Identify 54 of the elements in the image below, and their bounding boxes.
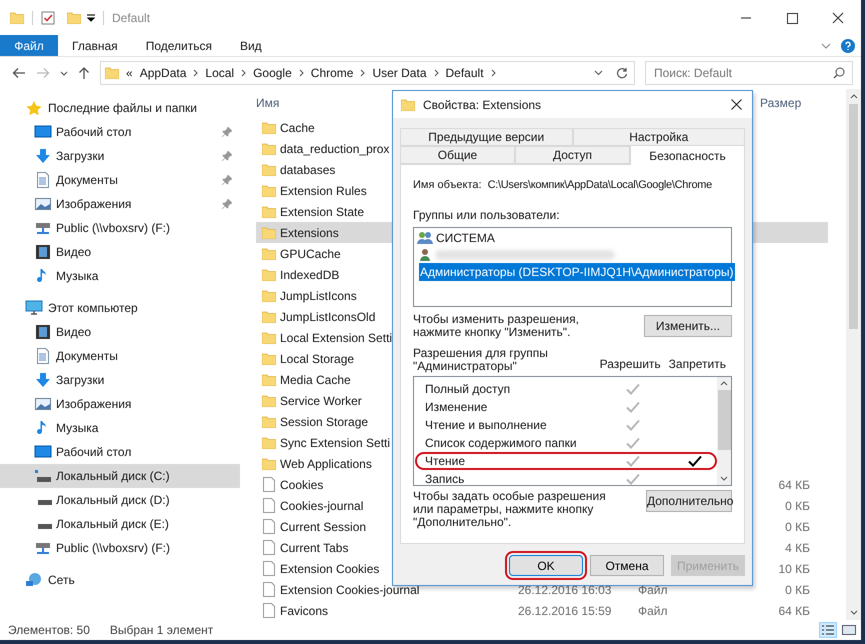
file-size: 10 КБ [778,560,810,578]
file-name: Current Tabs [280,540,348,556]
status-item-count: Элементов: 50 [8,622,90,639]
file-name: Current Session [280,518,366,536]
file-type: Файл [638,582,668,596]
permission-name: Запись [425,470,466,488]
advanced-hint: Чтобы задать особые разрешения или параметры, нажмите кнопку "Дополнительно". [413,490,607,528]
object-name-value: C:\Users\компик\AppData\Local\Google\Chrome [488,178,712,193]
file-name: JumpListIcons [280,288,357,304]
file-name: data_reduction_prox [280,140,390,158]
file-name: Media Cache [280,372,351,388]
file-name: databases [280,162,336,178]
file-name: Extension Cookies [280,560,380,578]
file-name: JumpListIconsOld [280,308,376,326]
file-name: GPUCache [280,246,341,262]
file-name: Extensions [280,224,339,242]
permission-name: Полный доступ [425,380,512,398]
window-title: Default [112,10,150,26]
file-name: Local Extension Setti [280,330,392,346]
file-size: 64 КБ [778,476,810,494]
permissions-label: Разрешения для группы "Администраторы" [413,346,549,372]
file-name: Cookies-journal [280,498,364,514]
file-size: 64 КБ [778,602,810,620]
permission-name: Чтение [425,452,466,470]
file-type: Файл [638,604,668,618]
file-name: Service Worker [280,392,362,410]
dialog-title: Свойства: Extensions [423,96,542,114]
file-name: Extension Cookies-journal [280,582,420,598]
status-selection: Выбран 1 элемент [110,622,214,639]
allow-column-header: Разрешить [600,356,661,372]
file-size: 4 КБ [785,540,810,556]
file-name: Web Applications [280,456,372,472]
file-date: 26.12.2016 16:03 [518,582,612,596]
deny-column-header: Запретить [668,356,726,372]
file-name: Cache [280,120,315,136]
file-date: 26.12.2016 15:59 [518,604,612,618]
permission-name: Чтение и выполнение [425,416,548,434]
file-name: Cookies [280,476,324,494]
permission-name: Список содержимого папки [425,434,578,452]
change-hint: Чтобы изменить разрешения, нажмите кнопку "Изменить". [413,312,580,338]
file-size: 0 КБ [785,582,810,598]
file-name: Extension Rules [280,182,367,200]
file-name: Favicons [280,602,328,620]
file-name: IndexedDB [280,266,340,284]
file-name: Extension State [280,204,364,220]
groups-label: Группы или пользователи: [413,206,561,224]
permission-name: Изменение [425,398,488,416]
object-name-label: Имя объекта: [413,178,482,193]
file-name: Local Storage [280,350,354,368]
file-name: Sync Extension Setti [280,434,390,452]
file-name: Session Storage [280,414,368,430]
file-size: 0 КБ [785,498,810,514]
user-name: СИСТЕМА [435,230,496,247]
file-size: 0 КБ [785,518,810,536]
